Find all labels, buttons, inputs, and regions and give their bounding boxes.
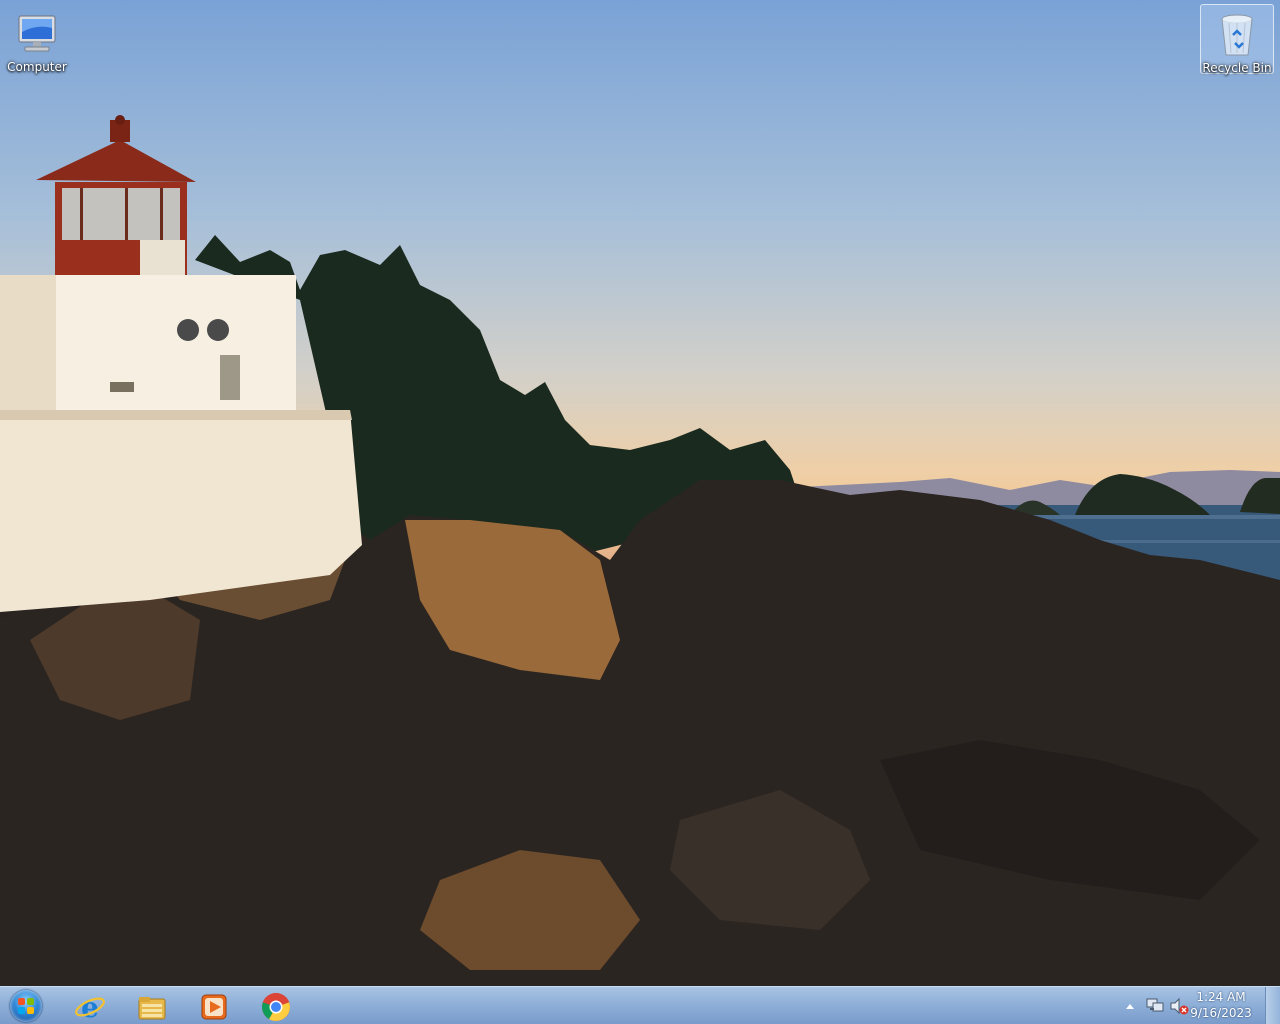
recycle-bin-icon xyxy=(1213,11,1261,59)
computer-icon xyxy=(13,10,61,58)
wallpaper-scene xyxy=(0,115,1280,986)
taskbar: e 1:24 AM 9/16/2023 xyxy=(0,986,1280,1024)
start-button[interactable] xyxy=(4,987,48,1024)
chevron-up-icon xyxy=(1126,1004,1134,1009)
taskbar-chrome[interactable] xyxy=(248,988,302,1024)
chrome-icon xyxy=(262,993,290,1021)
taskbar-windows-explorer[interactable] xyxy=(124,988,178,1024)
media-player-icon xyxy=(201,994,227,1020)
taskbar-media-player[interactable] xyxy=(186,988,240,1024)
clock-time: 1:24 AM xyxy=(1196,990,1246,1004)
clock-date: 9/16/2023 xyxy=(1190,1006,1252,1020)
svg-text:e: e xyxy=(81,991,99,1023)
network-icon xyxy=(1146,998,1164,1012)
taskbar-clock[interactable]: 1:24 AM 9/16/2023 xyxy=(1186,989,1256,1021)
show-desktop-button[interactable] xyxy=(1265,987,1280,1024)
desktop-icon-label: Recycle Bin xyxy=(1202,61,1272,75)
desktop-icon-computer[interactable]: Computer xyxy=(0,4,74,74)
internet-explorer-icon: e xyxy=(75,991,105,1023)
windows-logo-icon xyxy=(10,990,42,1022)
desktop-icon-recycle-bin[interactable]: Recycle Bin xyxy=(1200,4,1274,75)
network-tray-button[interactable] xyxy=(1144,987,1166,1024)
desktop-wallpaper[interactable] xyxy=(0,0,1280,986)
taskbar-internet-explorer[interactable]: e xyxy=(62,988,116,1024)
show-hidden-icons-button[interactable] xyxy=(1122,987,1138,1024)
folder-icon xyxy=(138,997,166,1020)
desktop-icon-label: Computer xyxy=(7,60,67,74)
